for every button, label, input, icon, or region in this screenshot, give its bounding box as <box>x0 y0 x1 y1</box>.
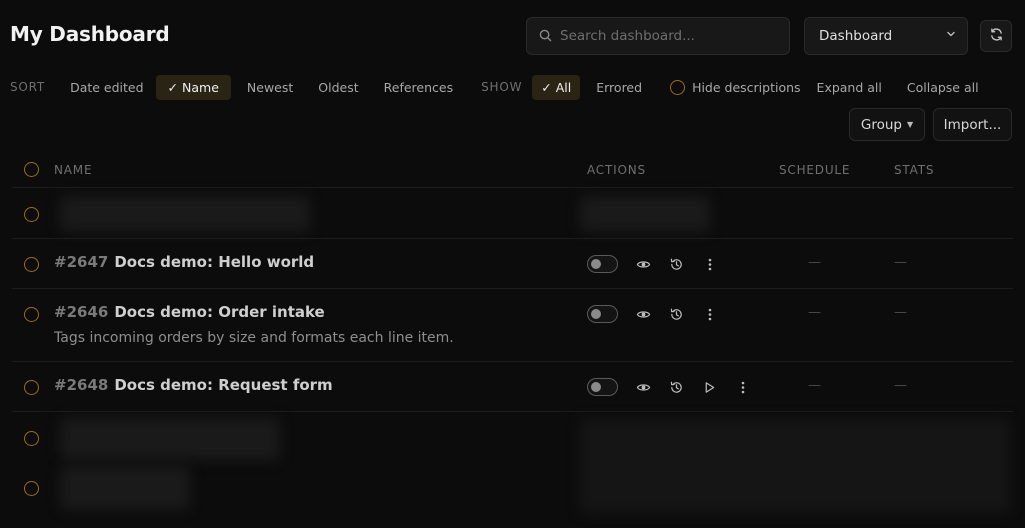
row-schedule: — <box>808 305 821 320</box>
eye-icon[interactable] <box>627 255 660 273</box>
row-name[interactable]: Docs demo: Hello world <box>114 253 314 271</box>
row-checkbox[interactable] <box>24 307 39 322</box>
enable-toggle[interactable] <box>587 255 618 273</box>
select-all-checkbox[interactable] <box>24 162 39 177</box>
page-title: My Dashboard <box>10 22 170 46</box>
row-name[interactable]: Docs demo: Order intake <box>114 303 324 321</box>
header-divider <box>12 187 1013 188</box>
show-label: SHOW <box>481 80 523 94</box>
show-all-label: All <box>555 79 572 95</box>
search-icon <box>539 27 552 46</box>
row-schedule: — <box>808 378 821 393</box>
import-button[interactable]: Import... <box>933 108 1012 141</box>
sort-date-edited[interactable]: Date edited <box>58 75 155 100</box>
row-checkbox[interactable] <box>24 431 39 446</box>
redacted-row-content <box>60 466 190 510</box>
row-checkbox[interactable] <box>24 207 39 222</box>
row-actions <box>587 305 726 323</box>
sort-name[interactable]: ✓ Name <box>155 74 231 100</box>
play-icon[interactable] <box>693 378 726 396</box>
group-button-label: Group <box>860 116 902 133</box>
row-checkbox[interactable] <box>24 380 39 395</box>
chevron-down-icon <box>945 28 957 44</box>
caret-down-icon: ▼ <box>906 120 914 129</box>
hide-descriptions-label: Hide descriptions <box>692 79 801 95</box>
more-vertical-icon[interactable] <box>726 378 759 396</box>
column-header-actions: ACTIONS <box>587 163 646 177</box>
show-errored[interactable]: Errored <box>584 75 654 100</box>
column-header-stats[interactable]: STATS <box>894 163 934 177</box>
row-checkbox[interactable] <box>24 257 39 272</box>
check-icon: ✓ <box>167 79 179 95</box>
collapse-all-button[interactable]: Collapse all <box>895 75 991 100</box>
expand-all-button[interactable]: Expand all <box>805 75 894 100</box>
row-actions <box>587 255 726 273</box>
column-header-schedule[interactable]: SCHEDULE <box>779 163 850 177</box>
history-icon[interactable] <box>660 305 693 323</box>
row-checkbox[interactable] <box>24 481 39 496</box>
row-id: #2646 <box>54 303 109 321</box>
sort-references[interactable]: References <box>372 75 465 100</box>
filter-bar: SORT Date edited ✓ Name Newest Oldest Re… <box>10 74 991 100</box>
row-divider <box>12 411 1013 412</box>
row-id: #2648 <box>54 376 109 394</box>
eye-icon[interactable] <box>627 378 660 396</box>
check-icon: ✓ <box>541 79 552 95</box>
row-stats: — <box>894 378 907 393</box>
view-select-value: Dashboard <box>819 28 893 44</box>
column-header-name[interactable]: NAME <box>54 163 92 177</box>
row-divider <box>12 288 1013 289</box>
hide-descriptions-radio[interactable] <box>670 79 686 95</box>
row-stats: — <box>894 255 907 270</box>
enable-toggle[interactable] <box>587 378 618 396</box>
redacted-row-content <box>60 418 280 460</box>
enable-toggle[interactable] <box>587 305 618 323</box>
refresh-icon <box>989 27 1004 46</box>
refresh-button[interactable] <box>980 20 1012 52</box>
row-schedule: — <box>808 255 821 270</box>
history-icon[interactable] <box>660 255 693 273</box>
more-vertical-icon[interactable] <box>693 305 726 323</box>
row-actions <box>587 378 759 396</box>
sort-oldest[interactable]: Oldest <box>306 75 370 100</box>
redacted-row-actions <box>580 196 710 232</box>
row-name[interactable]: Docs demo: Request form <box>114 376 332 394</box>
hide-descriptions-toggle[interactable]: Hide descriptions <box>670 79 801 95</box>
redacted-row-content <box>60 196 310 232</box>
show-all[interactable]: ✓ All <box>532 74 581 100</box>
row-divider <box>12 361 1013 362</box>
eye-icon[interactable] <box>627 305 660 323</box>
search-input[interactable] <box>560 28 780 44</box>
group-button[interactable]: Group ▼ <box>849 108 925 141</box>
history-icon[interactable] <box>660 378 693 396</box>
sort-name-label: Name <box>182 79 219 95</box>
view-select[interactable]: Dashboard <box>804 17 968 55</box>
redacted-row-actions <box>580 418 1010 513</box>
more-vertical-icon[interactable] <box>693 255 726 273</box>
row-stats: — <box>894 305 907 320</box>
sort-label: SORT <box>10 80 46 94</box>
sort-newest[interactable]: Newest <box>235 75 305 100</box>
row-divider <box>12 238 1013 239</box>
row-id: #2647 <box>54 253 109 271</box>
row-description: Tags incoming orders by size and formats… <box>54 330 454 346</box>
search-box[interactable] <box>526 17 790 55</box>
